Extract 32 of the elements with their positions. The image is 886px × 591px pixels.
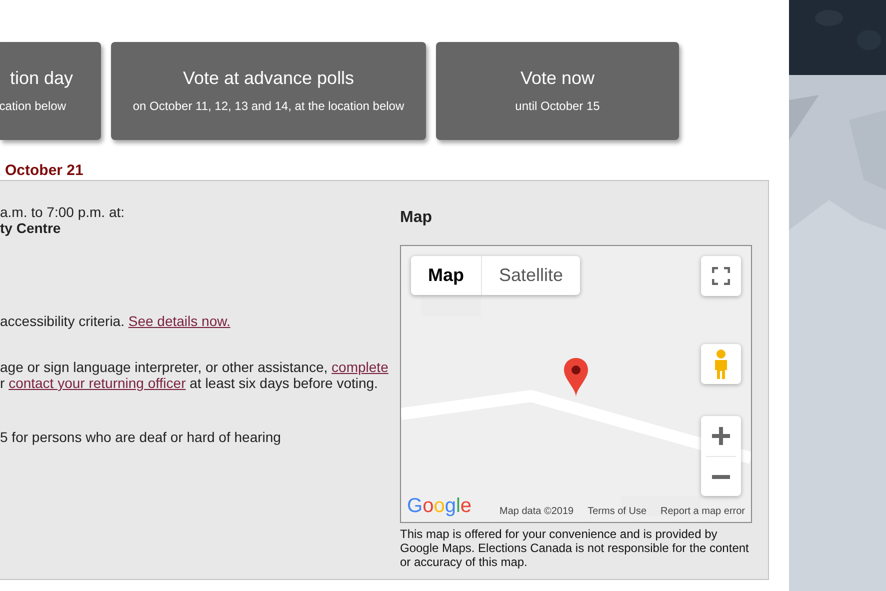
option-card[interactable]: Vote at advance polls on October 11, 12, 13 and 14, at the location below: [111, 42, 426, 140]
option-card[interactable]: tion day cation below: [0, 42, 101, 140]
card-subtitle: on October 11, 12, 13 and 14, at the location below: [132, 98, 404, 115]
map-logo: Google: [407, 495, 472, 517]
card-subtitle: cation below: [0, 98, 67, 115]
text-link[interactable]: See details now.: [128, 313, 230, 329]
map-type-tab[interactable]: Satellite: [481, 256, 580, 295]
map-heading: Map: [400, 208, 433, 228]
card-title: Vote now: [520, 67, 595, 89]
option-card[interactable]: Vote now until October 15: [436, 42, 679, 140]
attribution-link[interactable]: Report a map error: [660, 504, 745, 519]
card-title: Vote at advance polls: [182, 67, 354, 89]
info-text: accessibility criteria. See details now.: [0, 313, 232, 329]
card-subtitle: until October 15: [515, 98, 600, 115]
info-text: age or sign language interpreter, or other assistance, complete r contact your returning officer at least six days before voting.: [0, 359, 390, 391]
card-title: tion day: [10, 67, 74, 89]
plus-icon: [712, 427, 730, 445]
map-view[interactable]: Map Satellite Google Map data ©2019 Terms of Use Report a map error: [400, 245, 752, 523]
section-heading: October 21: [5, 162, 84, 180]
person-icon: [713, 349, 729, 379]
info-text: 5 for persons who are deaf or hard of hearing: [0, 429, 282, 445]
text-link[interactable]: complete: [332, 359, 388, 375]
map-caption: This map is offered for your convenience and is provided by Google Maps. Elections Canada is not responsible for the content or accuracy of this map.: [400, 527, 750, 569]
info-text: a.m. to 7:00 p.m. at: ty Centre: [0, 204, 126, 236]
fullscreen-button[interactable]: [701, 256, 741, 296]
fullscreen-icon: [712, 267, 730, 285]
map-marker-icon: [563, 357, 589, 398]
map-type-tab[interactable]: Map: [411, 256, 481, 295]
text-link[interactable]: contact your returning officer: [8, 375, 186, 391]
attribution-link[interactable]: Terms of Use: [588, 504, 647, 519]
minus-icon: [712, 474, 730, 478]
attribution-link: Map data ©2019: [500, 505, 574, 519]
